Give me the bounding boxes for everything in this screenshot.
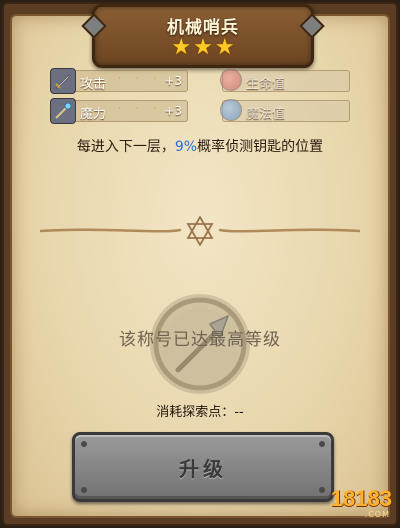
sparkle-dots: · · · xyxy=(118,74,163,84)
site-watermark: 18183 .COM xyxy=(316,486,392,520)
stat-magic: 魔力 · · · +3 xyxy=(50,98,188,124)
ornament-divider xyxy=(40,216,360,246)
rivet xyxy=(319,441,325,447)
stat-attack: 攻击 · · · +3 xyxy=(50,68,188,94)
stat-hp-label: 生命值 xyxy=(246,77,286,92)
stat-magic-value: +3 xyxy=(164,104,182,118)
upgrade-button-label: 升级 xyxy=(179,457,227,481)
blue-potion-icon xyxy=(220,99,242,121)
description-text-after: 概率侦测钥匙的位置 xyxy=(197,139,324,155)
sword-icon xyxy=(50,68,76,94)
cost-value: -- xyxy=(234,405,244,420)
staff-icon xyxy=(50,98,76,124)
star-icon: ★ xyxy=(171,35,192,60)
stat-mp-label: 魔法值 xyxy=(246,107,286,122)
stat-magic-label: 魔力 xyxy=(80,107,107,122)
title-banner: 机械哨兵 ★★★ xyxy=(81,4,325,68)
description-highlight: 9% xyxy=(174,139,198,155)
exploration-cost: 消耗探索点：-- xyxy=(0,401,400,420)
stat-attack-label: 攻击 xyxy=(80,77,107,92)
sparkle-dots: · · · xyxy=(118,104,163,114)
watermark-sub: .COM xyxy=(364,510,390,519)
star-rating: ★★★ xyxy=(95,37,311,59)
red-potion-icon xyxy=(220,69,242,91)
cost-label: 消耗探索点： xyxy=(156,405,235,420)
star-icon: ★ xyxy=(193,35,213,60)
rivet xyxy=(81,441,87,447)
description-text-before: 每进入下一层， xyxy=(76,139,175,155)
stat-hp: 生命值 xyxy=(220,69,350,92)
stat-mp: 魔法值 xyxy=(220,99,350,122)
max-level-status: 该称号已达最高等级 xyxy=(119,330,281,350)
rivet xyxy=(81,487,87,493)
title-description: 每进入下一层，9%概率侦测钥匙的位置 xyxy=(12,136,388,156)
watermark-text: 18183 xyxy=(330,486,392,511)
star-of-david-icon xyxy=(186,216,214,246)
stat-attack-value: +3 xyxy=(164,74,182,88)
upgrade-button[interactable]: 升级 xyxy=(72,432,334,502)
star-icon: ★ xyxy=(214,35,235,60)
